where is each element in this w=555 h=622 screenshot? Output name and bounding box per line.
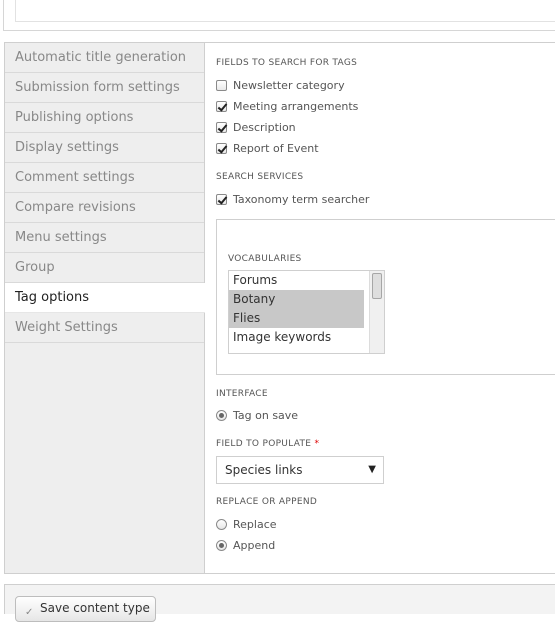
radio-button[interactable] — [216, 518, 227, 530]
vertical-tabs: Automatic title generation Submission fo… — [4, 42, 555, 574]
checkbox-label: Meeting arrangements — [233, 99, 359, 113]
replace-or-append-title: REPLACE OR APPEND — [216, 497, 318, 507]
radio-tag-on-save[interactable]: Tag on save — [216, 407, 298, 423]
save-button-label: Save content type — [40, 601, 150, 615]
select-value: Species links — [225, 463, 303, 477]
checkbox-meeting-arrangements[interactable]: Meeting arrangements — [216, 98, 358, 114]
field-to-populate-title: FIELD TO POPULATE * — [216, 439, 319, 449]
checkmark-icon: ✓ — [25, 607, 34, 618]
vocabularies-fieldset: VOCABULARIES Forums Botany Flies Image k… — [216, 219, 555, 375]
form-actions: ✓ Save content type — [4, 584, 555, 622]
vocabularies-listbox[interactable]: Forums Botany Flies Image keywords — [228, 270, 385, 354]
checkbox-box[interactable] — [216, 193, 227, 205]
body-textarea-region — [0, 0, 555, 42]
tag-options-pane: FIELDS TO SEARCH FOR TAGS Newsletter cat… — [216, 43, 555, 573]
vtab-tag-options[interactable]: Tag options — [5, 283, 205, 313]
vtab-group[interactable]: Group — [5, 253, 204, 283]
vtab-menu-settings[interactable]: Menu settings — [5, 223, 204, 253]
listbox-scrollbar[interactable] — [369, 271, 384, 353]
vocabulary-option[interactable]: Botany — [229, 290, 364, 309]
radio-label: Replace — [233, 517, 277, 531]
checkbox-box[interactable] — [216, 100, 227, 112]
required-marker: * — [314, 439, 320, 449]
fields-to-search-title: FIELDS TO SEARCH FOR TAGS — [216, 58, 358, 68]
checkbox-box[interactable] — [216, 142, 227, 154]
checkbox-newsletter-category[interactable]: Newsletter category — [216, 77, 345, 93]
vocabularies-title: VOCABULARIES — [228, 254, 302, 264]
vtab-automatic-title-generation[interactable]: Automatic title generation — [5, 43, 204, 73]
vocabulary-option[interactable]: Flies — [229, 309, 364, 328]
radio-button[interactable] — [216, 409, 227, 421]
checkbox-label: Newsletter category — [233, 78, 345, 92]
checkbox-box[interactable] — [216, 121, 227, 133]
save-content-type-button[interactable]: ✓ Save content type — [15, 596, 156, 622]
checkbox-report-of-event[interactable]: Report of Event — [216, 140, 319, 156]
field-to-populate-select[interactable]: Species links ▼ — [216, 456, 384, 484]
checkbox-taxonomy-term-searcher[interactable]: Taxonomy term searcher — [216, 191, 369, 207]
interface-title: INTERFACE — [216, 389, 268, 399]
radio-label: Tag on save — [233, 408, 299, 422]
radio-append[interactable]: Append — [216, 537, 275, 553]
vtab-compare-revisions[interactable]: Compare revisions — [5, 193, 204, 223]
vtab-display-settings[interactable]: Display settings — [5, 133, 204, 163]
vocabulary-option[interactable]: Image keywords — [229, 328, 364, 347]
radio-replace[interactable]: Replace — [216, 516, 277, 532]
vocabulary-option[interactable]: Forums — [229, 271, 364, 290]
vertical-tab-list: Automatic title generation Submission fo… — [5, 43, 205, 573]
body-textarea[interactable] — [15, 0, 555, 22]
checkbox-label: Report of Event — [233, 141, 319, 155]
checkbox-label: Description — [233, 120, 296, 134]
scrollbar-thumb[interactable] — [372, 273, 382, 299]
vtab-submission-form-settings[interactable]: Submission form settings — [5, 73, 204, 103]
vtab-weight-settings[interactable]: Weight Settings — [5, 313, 204, 343]
checkbox-label: Taxonomy term searcher — [233, 192, 370, 206]
search-services-title: SEARCH SERVICES — [216, 172, 304, 182]
radio-button[interactable] — [216, 539, 227, 551]
checkbox-description[interactable]: Description — [216, 119, 296, 135]
dropdown-arrow-icon: ▼ — [368, 464, 376, 475]
radio-label: Append — [233, 538, 276, 552]
field-to-populate-label: FIELD TO POPULATE — [216, 439, 312, 449]
vtab-comment-settings[interactable]: Comment settings — [5, 163, 204, 193]
vtab-publishing-options[interactable]: Publishing options — [5, 103, 204, 133]
checkbox-box[interactable] — [216, 79, 227, 91]
